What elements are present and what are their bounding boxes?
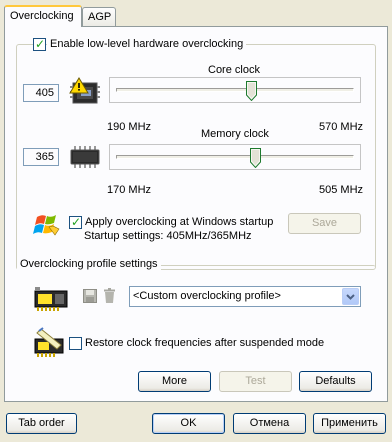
checkmark-icon: ✓	[71, 215, 82, 229]
windows-logo-icon	[33, 215, 60, 236]
ok-button[interactable]: OK	[152, 413, 225, 434]
core-clock-min-label: 190 MHz	[107, 121, 152, 133]
core-clock-title: Core clock	[208, 64, 260, 76]
more-button[interactable]: More	[138, 371, 211, 392]
tab-overclocking[interactable]: Overclocking	[4, 5, 82, 27]
memory-clock-value[interactable]: 365	[23, 148, 59, 166]
memory-clock-slider[interactable]	[109, 144, 361, 170]
enable-overclocking-label[interactable]: Enable low-level hardware overclocking	[47, 38, 247, 50]
core-clock-value[interactable]: 405	[23, 84, 59, 102]
restore-checkbox[interactable]	[69, 337, 82, 350]
test-button[interactable]: Test	[219, 371, 292, 392]
suspend-card-icon	[34, 327, 64, 357]
profile-select[interactable]: <Custom overclocking profile>	[129, 286, 361, 307]
defaults-button[interactable]: Defaults	[299, 371, 372, 392]
core-clock-track	[116, 88, 354, 92]
startup-label[interactable]: Apply overclocking at Windows startup	[85, 216, 273, 228]
tab-agp[interactable]: AGP	[82, 7, 116, 26]
restore-label[interactable]: Restore clock frequencies after suspende…	[85, 337, 324, 349]
save-button[interactable]: Save	[288, 213, 361, 234]
memory-clock-max-label: 505 MHz	[319, 184, 364, 196]
graphics-card-icon	[34, 287, 68, 311]
save-profile-icon[interactable]	[83, 289, 97, 303]
tab-order-button[interactable]: Tab order	[6, 413, 77, 434]
memory-clock-slider-thumb[interactable]	[249, 148, 261, 168]
chevron-down-icon[interactable]	[342, 288, 359, 305]
checkmark-icon: ✓	[35, 37, 46, 51]
profile-group-title: Overclocking profile settings	[17, 258, 161, 270]
cancel-button[interactable]: Отмена	[233, 413, 306, 434]
memory-clock-min-label: 170 MHz	[107, 184, 152, 196]
tab-panel: ✓ Enable low-level hardware overclocking…	[4, 26, 388, 402]
profile-select-value: <Custom overclocking profile>	[133, 290, 281, 302]
delete-profile-icon[interactable]	[103, 288, 116, 303]
enable-overclocking-checkbox[interactable]: ✓	[33, 37, 46, 51]
memory-clock-title: Memory clock	[201, 128, 269, 140]
core-clock-value-text: 405	[35, 87, 54, 99]
memory-chip-icon	[70, 146, 100, 168]
startup-checkbox[interactable]: ✓	[69, 215, 82, 229]
apply-button[interactable]: Применить	[313, 413, 386, 434]
tab-overclocking-label: Overclocking	[10, 10, 74, 22]
core-clock-slider[interactable]	[109, 77, 361, 103]
tab-agp-label: AGP	[88, 11, 112, 23]
gpu-warning-icon	[69, 77, 100, 104]
core-clock-slider-thumb[interactable]	[245, 81, 257, 101]
startup-settings-text: Startup settings: 405MHz/365MHz	[84, 230, 252, 242]
core-clock-max-label: 570 MHz	[319, 121, 364, 133]
memory-clock-track	[116, 155, 354, 159]
memory-clock-value-text: 365	[35, 151, 54, 163]
